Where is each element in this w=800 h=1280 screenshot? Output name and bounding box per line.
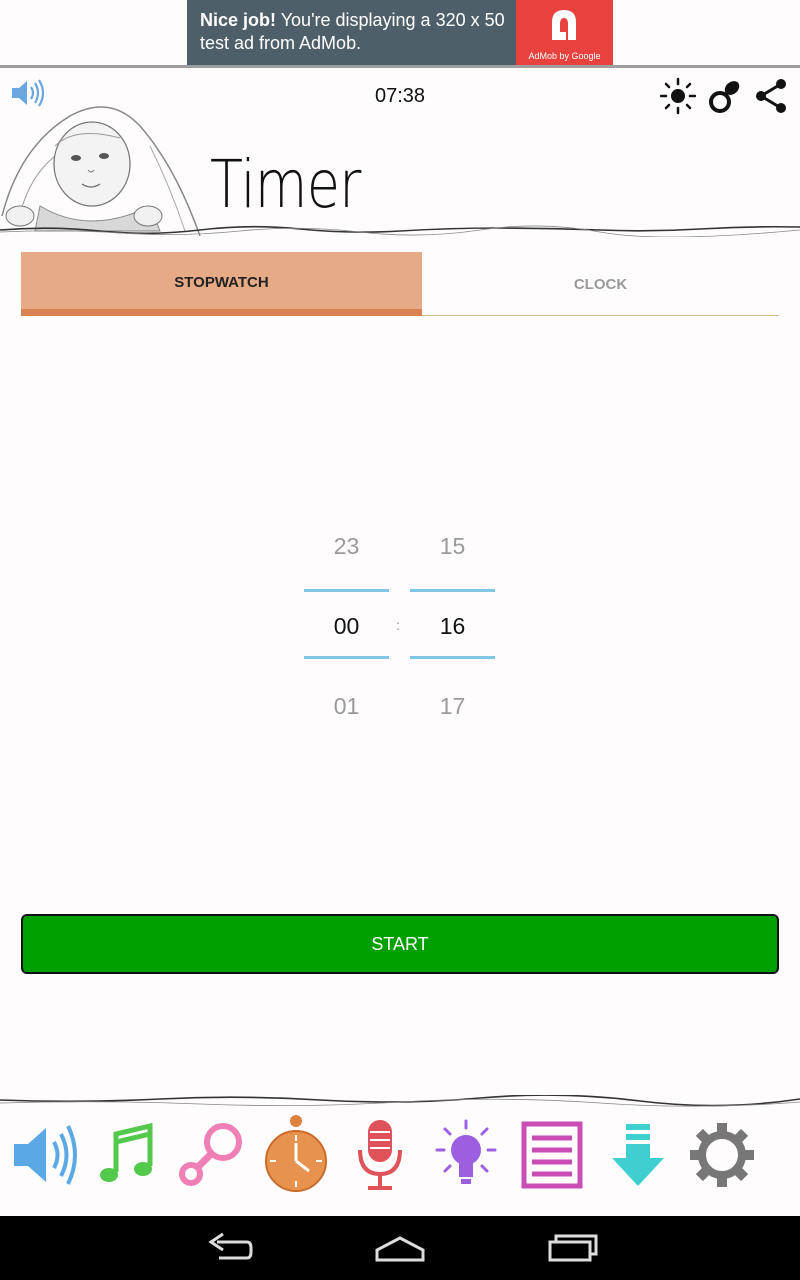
- bottom-toolbar: [0, 1095, 800, 1215]
- home-icon[interactable]: [373, 1228, 427, 1272]
- hours-next[interactable]: 01: [304, 693, 389, 720]
- pacifier-icon[interactable]: [707, 76, 743, 120]
- list-icon[interactable]: [510, 1110, 594, 1200]
- header: 07:38 Timer: [0, 68, 800, 238]
- ad-text: Nice job! You're displaying a 320 x 50 t…: [200, 9, 510, 55]
- minutes-current[interactable]: 16: [410, 613, 495, 640]
- tab-bar: STOPWATCH CLOCK: [21, 252, 779, 316]
- system-nav-bar: [0, 1216, 800, 1280]
- hours-prev[interactable]: 23: [304, 533, 389, 560]
- ad-banner[interactable]: Nice job! You're displaying a 320 x 50 t…: [187, 0, 613, 65]
- picker-divider: [304, 589, 389, 592]
- speaker-icon[interactable]: [0, 1110, 84, 1200]
- toolbar-divider: [0, 1095, 800, 1107]
- header-divider: [0, 225, 800, 237]
- picker-separator: :: [396, 617, 400, 633]
- picker-divider: [410, 656, 495, 659]
- minutes-picker[interactable]: 15 16 17: [410, 520, 495, 730]
- stopwatch-icon[interactable]: [254, 1110, 338, 1200]
- tab-clock[interactable]: CLOCK: [422, 252, 779, 316]
- minutes-prev[interactable]: 15: [410, 533, 495, 560]
- picker-divider: [304, 656, 389, 659]
- gear-icon[interactable]: [680, 1110, 764, 1200]
- ad-logo-caption: AdMob by Google: [528, 51, 601, 61]
- light-bulb-icon[interactable]: [424, 1110, 508, 1200]
- recent-apps-icon[interactable]: [546, 1228, 600, 1272]
- hours-current[interactable]: 00: [304, 613, 389, 640]
- microphone-icon[interactable]: [338, 1110, 422, 1200]
- ad-strip: Nice job! You're displaying a 320 x 50 t…: [0, 0, 800, 68]
- picker-divider: [410, 589, 495, 592]
- music-note-icon[interactable]: [84, 1110, 168, 1200]
- admob-logo: AdMob by Google: [516, 0, 613, 65]
- download-icon[interactable]: [596, 1110, 680, 1200]
- back-icon[interactable]: [205, 1228, 255, 1272]
- tab-stopwatch[interactable]: STOPWATCH: [21, 252, 422, 316]
- start-button[interactable]: START: [21, 914, 779, 974]
- minutes-next[interactable]: 17: [410, 693, 495, 720]
- ad-headline: Nice job!: [200, 10, 277, 30]
- hours-picker[interactable]: 23 00 01: [304, 520, 389, 730]
- rattle-icon[interactable]: [168, 1110, 252, 1200]
- brightness-icon[interactable]: [659, 76, 697, 120]
- page-title: Timer: [210, 146, 361, 223]
- share-icon[interactable]: [753, 76, 789, 120]
- admob-icon: [552, 10, 576, 40]
